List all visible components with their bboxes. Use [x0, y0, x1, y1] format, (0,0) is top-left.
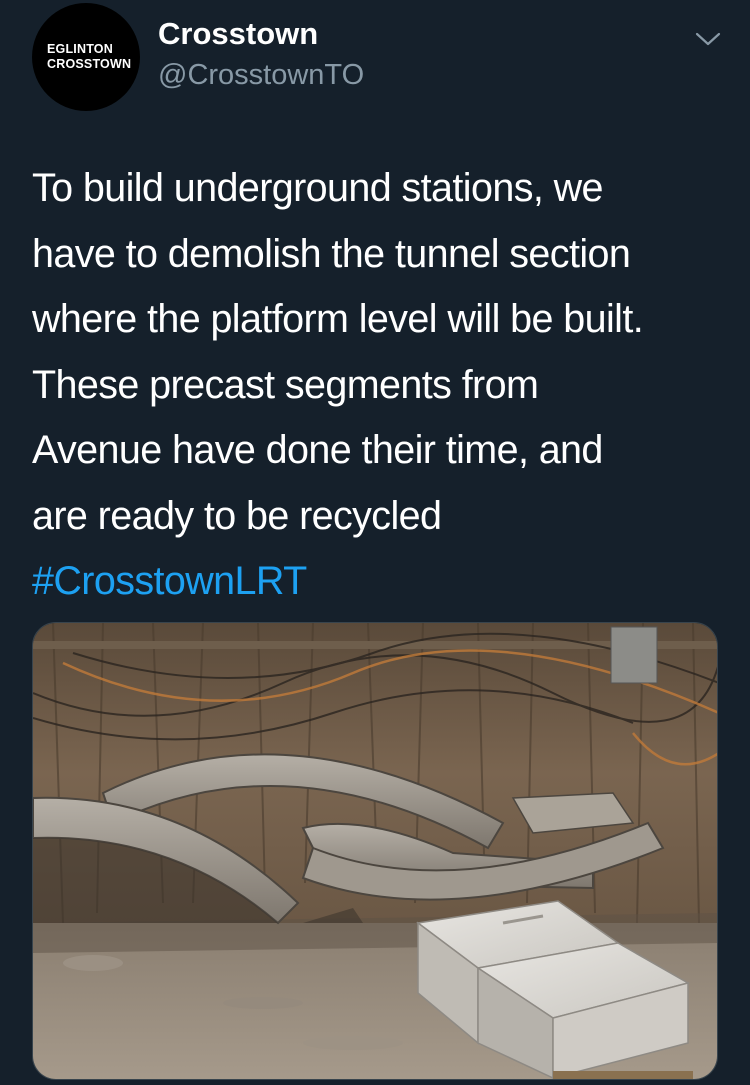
hashtag-link[interactable]: #CrosstownLRT	[32, 559, 307, 603]
author-display-name[interactable]: Crosstown	[158, 14, 318, 54]
chevron-down-icon[interactable]	[694, 28, 722, 50]
tweet-text-line: are ready to be recycled	[32, 493, 442, 538]
tweet-text-line: These precast segments from	[32, 362, 539, 407]
construction-site-image	[33, 623, 717, 1079]
tweet-photo[interactable]	[32, 622, 718, 1080]
avatar[interactable]: EGLINTON CROSSTOWN	[32, 3, 140, 111]
tweet-text-line: have to demolish the tunnel section	[32, 231, 631, 276]
avatar-logo-line-1: EGLINTON	[47, 42, 113, 56]
tweet-text: To build underground stations, we have t…	[32, 156, 722, 615]
author-handle[interactable]: @CrosstownTO	[158, 55, 364, 95]
tweet-text-line: Avenue have done their time, and	[32, 428, 603, 472]
tweet: EGLINTON CROSSTOWN Crosstown @CrosstownT…	[0, 0, 750, 1085]
avatar-logo-line-2: CROSSTOWN	[47, 57, 132, 71]
tweet-text-line: To build underground stations, we	[32, 166, 603, 210]
tweet-text-line: where the platform level will be built.	[32, 297, 644, 341]
